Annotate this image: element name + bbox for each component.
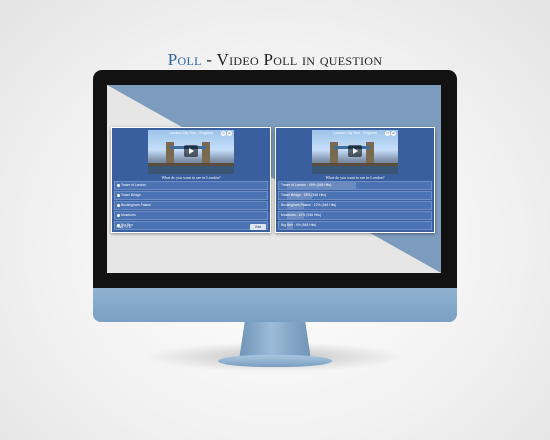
radio-icon[interactable] xyxy=(117,193,120,197)
monitor-screen: London City Tour - England ◷ ➦ What do y… xyxy=(107,85,441,273)
result-row: Tower of London : 49% (548 Hits) xyxy=(278,181,432,190)
headline-separator: - xyxy=(201,50,217,69)
poll-option[interactable]: Tower Bridge xyxy=(114,191,268,200)
result-row: Tower Bridge : 18% (548 Hits) xyxy=(278,191,432,200)
results-panel: London City Tour - England ◷ ➦ What do y… xyxy=(275,127,435,233)
page-headline: Poll - Video Poll in question xyxy=(0,50,550,70)
video-player[interactable]: London City Tour - England ◷ ➦ xyxy=(148,130,234,174)
result-row: Big Ben : 4% (548 Hits) xyxy=(278,221,432,230)
headline-rest: Video Poll in question xyxy=(216,50,383,69)
result-bar xyxy=(287,212,304,219)
poll-option[interactable]: Buckingham Palace xyxy=(114,201,268,210)
poll-option[interactable]: Big Ben xyxy=(114,221,268,230)
monitor-chin xyxy=(93,288,457,322)
vote-button[interactable]: Vote xyxy=(250,224,266,230)
share-icon[interactable]: ➦ xyxy=(391,131,396,136)
radio-icon[interactable] xyxy=(117,183,120,187)
poll-option-label: Museums xyxy=(121,213,136,217)
poll-option-label: Tower Bridge xyxy=(121,193,141,197)
headline-brand: Poll xyxy=(167,50,202,69)
results-question: What do you want to see in London? xyxy=(325,175,385,180)
result-bar xyxy=(287,192,313,199)
poll-option-label: Tower of London xyxy=(121,183,147,187)
result-bar xyxy=(287,222,293,229)
poll-option[interactable]: Museums xyxy=(114,211,268,220)
poll-total: Total : 2.5 xyxy=(116,225,131,229)
video-player[interactable]: London City Tour - England ◷ ➦ xyxy=(312,130,398,174)
share-icon[interactable]: ➦ xyxy=(227,131,232,136)
results-list: Tower of London : 49% (548 Hits) Tower B… xyxy=(278,181,432,231)
radio-icon[interactable] xyxy=(117,213,120,217)
monitor-base xyxy=(218,355,332,367)
poll-panel: London City Tour - England ◷ ➦ What do y… xyxy=(111,127,271,233)
result-row: Buckingham Palace : 12% (548 Hits) xyxy=(278,201,432,210)
poll-question: What do you want to see in London? xyxy=(161,175,221,180)
poll-option-label: Buckingham Palace xyxy=(121,203,151,207)
poll-options: Tower of London Tower Bridge Buckingham … xyxy=(114,181,268,231)
play-icon[interactable] xyxy=(184,145,198,157)
clock-icon[interactable]: ◷ xyxy=(221,131,226,136)
result-row: Museums : 12% (548 Hits) xyxy=(278,211,432,220)
poll-option[interactable]: Tower of London xyxy=(114,181,268,190)
result-bar xyxy=(287,182,356,189)
result-bar xyxy=(287,202,304,209)
radio-icon[interactable] xyxy=(117,203,120,207)
play-icon[interactable] xyxy=(348,145,362,157)
clock-icon[interactable]: ◷ xyxy=(385,131,390,136)
video-thumbnail-water xyxy=(148,166,234,174)
video-thumbnail-water xyxy=(312,166,398,174)
